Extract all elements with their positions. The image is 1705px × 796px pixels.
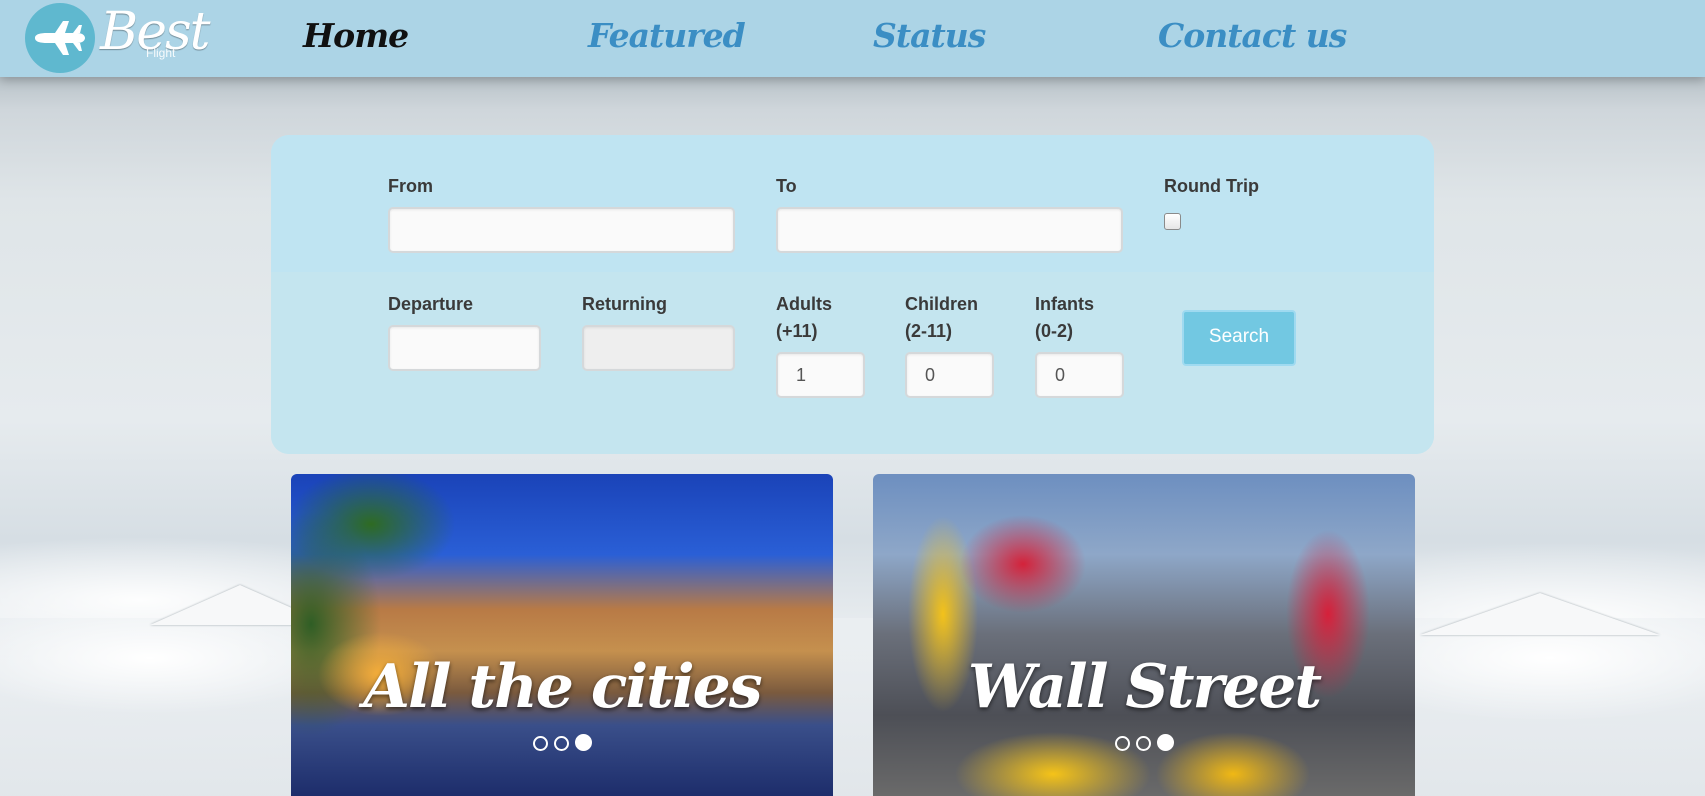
returning-label: Returning bbox=[582, 294, 667, 314]
from-input[interactable] bbox=[388, 207, 735, 253]
children-label-title: Children bbox=[905, 294, 979, 314]
departure-label: Departure bbox=[388, 294, 474, 314]
round-trip-label: Round Trip bbox=[1164, 176, 1259, 196]
nav-featured[interactable]: Featured bbox=[588, 16, 746, 55]
children-label-range: (2-11) bbox=[905, 321, 953, 341]
nav-contact-us[interactable]: Contact us bbox=[1158, 16, 1347, 55]
search-button[interactable]: Search bbox=[1182, 310, 1296, 366]
adults-label-title: Adults bbox=[776, 294, 832, 314]
children-input[interactable] bbox=[905, 352, 994, 398]
adults-label: Adults (+11) bbox=[776, 291, 832, 345]
carousel-dot[interactable] bbox=[553, 736, 569, 751]
logo-subtext: Flight bbox=[146, 46, 176, 60]
infants-input[interactable] bbox=[1035, 352, 1124, 398]
departure-date-input[interactable] bbox=[388, 325, 541, 371]
carousel-wall-street[interactable]: Wall Street bbox=[873, 474, 1415, 796]
children-label: Children (2-11) bbox=[905, 291, 978, 345]
to-input[interactable] bbox=[776, 207, 1123, 253]
carousel-indicators bbox=[291, 734, 833, 756]
carousel-dot[interactable] bbox=[532, 736, 548, 751]
carousel-caption: Wall Street bbox=[967, 652, 1322, 722]
infants-label-title: Infants bbox=[1035, 294, 1095, 314]
top-navigation-bar: Best Flight Home Featured Status Contact… bbox=[0, 0, 1705, 77]
carousel-cities[interactable]: All the cities bbox=[291, 474, 833, 796]
cloud-background bbox=[0, 618, 1705, 796]
nav-status[interactable]: Status bbox=[873, 16, 986, 55]
infants-label-range: (0-2) bbox=[1035, 321, 1074, 341]
airplane-icon bbox=[35, 21, 85, 55]
nav-home[interactable]: Home bbox=[303, 16, 409, 55]
logo-badge[interactable] bbox=[25, 3, 95, 73]
adults-input[interactable] bbox=[776, 352, 865, 398]
carousel-dot-active[interactable] bbox=[574, 734, 592, 751]
carousel-caption: All the cities bbox=[363, 652, 762, 722]
returning-date-input[interactable] bbox=[582, 325, 735, 371]
round-trip-checkbox[interactable] bbox=[1164, 213, 1181, 230]
adults-label-range: (+11) bbox=[776, 321, 818, 341]
carousel-dot-active[interactable] bbox=[1156, 734, 1174, 751]
from-label: From bbox=[388, 176, 433, 196]
infants-label: Infants (0-2) bbox=[1035, 291, 1094, 345]
carousel-indicators bbox=[873, 734, 1415, 756]
mountain-peak-right bbox=[1420, 593, 1660, 635]
carousel-dot[interactable] bbox=[1114, 736, 1130, 751]
carousel-dot[interactable] bbox=[1135, 736, 1151, 751]
to-label: To bbox=[776, 176, 797, 196]
